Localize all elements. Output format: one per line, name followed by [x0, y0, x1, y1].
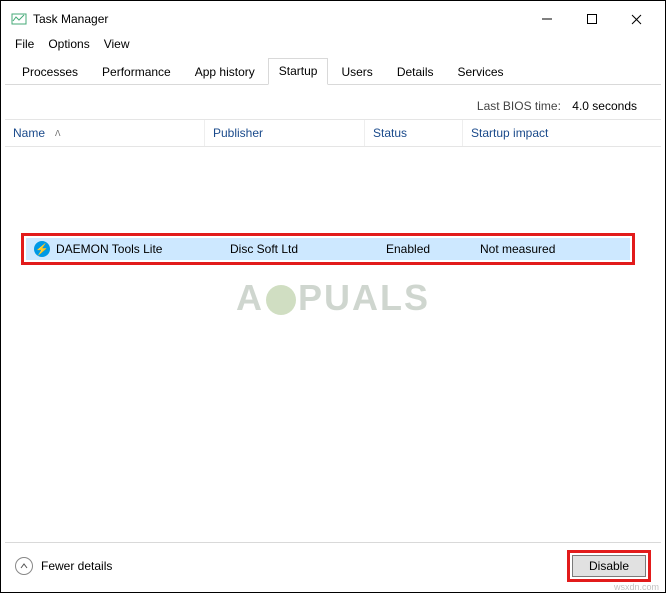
watermark-text-b: PUALS — [298, 277, 430, 318]
fewer-details-button[interactable]: Fewer details — [15, 557, 112, 575]
window-controls — [524, 5, 659, 33]
column-name-label: Name — [13, 126, 45, 140]
watermark: A PUALS — [5, 277, 661, 319]
source-label: wsxdn.com — [614, 582, 659, 592]
watermark-text-a: A — [236, 277, 264, 318]
tab-details[interactable]: Details — [386, 59, 445, 85]
tab-users[interactable]: Users — [330, 59, 383, 85]
bios-label: Last BIOS time: — [477, 99, 561, 113]
disable-button[interactable]: Disable — [572, 555, 646, 577]
annotation-box-row: ⚡ DAEMON Tools Lite Disc Soft Ltd Enable… — [21, 233, 635, 265]
column-startup-impact[interactable]: Startup impact — [463, 120, 661, 146]
window-title: Task Manager — [33, 12, 108, 26]
watermark-logo-icon — [266, 285, 296, 315]
menu-file[interactable]: File — [15, 37, 34, 51]
daemon-tools-icon: ⚡ — [34, 241, 50, 257]
column-status[interactable]: Status — [365, 120, 463, 146]
chevron-up-circle-icon — [15, 557, 33, 575]
close-button[interactable] — [614, 5, 659, 33]
column-publisher[interactable]: Publisher — [205, 120, 365, 146]
startup-list: ⚡ DAEMON Tools Lite Disc Soft Ltd Enable… — [5, 147, 661, 467]
row-impact: Not measured — [472, 242, 630, 256]
sort-indicator-icon: ᐱ — [55, 129, 60, 138]
bios-value: 4.0 seconds — [572, 99, 637, 113]
task-manager-icon — [11, 11, 27, 27]
tab-app-history[interactable]: App history — [184, 59, 266, 85]
tab-performance[interactable]: Performance — [91, 59, 182, 85]
menu-view[interactable]: View — [104, 37, 130, 51]
titlebar: Task Manager — [5, 5, 661, 33]
fewer-details-label: Fewer details — [41, 559, 112, 573]
annotation-box-disable: Disable — [567, 550, 651, 582]
minimize-button[interactable] — [524, 5, 569, 33]
maximize-button[interactable] — [569, 5, 614, 33]
menubar: File Options View — [5, 33, 661, 57]
menu-options[interactable]: Options — [48, 37, 89, 51]
row-name: DAEMON Tools Lite — [56, 242, 162, 256]
table-row[interactable]: ⚡ DAEMON Tools Lite Disc Soft Ltd Enable… — [26, 238, 630, 260]
tab-startup[interactable]: Startup — [268, 58, 329, 85]
column-headers: Name ᐱ Publisher Status Startup impact — [5, 119, 661, 147]
bios-time-line: Last BIOS time: 4.0 seconds — [5, 85, 661, 119]
tab-bar: Processes Performance App history Startu… — [5, 57, 661, 85]
footer-bar: Fewer details Disable — [5, 542, 661, 588]
row-status: Enabled — [378, 242, 472, 256]
row-publisher: Disc Soft Ltd — [222, 242, 378, 256]
tab-services[interactable]: Services — [447, 59, 515, 85]
tab-processes[interactable]: Processes — [11, 59, 89, 85]
column-name[interactable]: Name ᐱ — [5, 120, 205, 146]
